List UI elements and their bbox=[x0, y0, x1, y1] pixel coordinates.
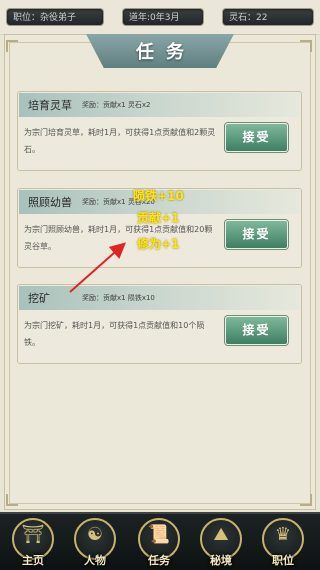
character-icon: ☯ bbox=[86, 524, 104, 545]
nav-home[interactable]: ⛩ 主页 bbox=[8, 514, 58, 568]
pavilion-icon: ⛩ bbox=[21, 524, 45, 545]
nav-tasks[interactable]: 📜 任务 bbox=[134, 514, 184, 568]
rank-icon: ♛ bbox=[274, 524, 292, 545]
annotation-arrow-icon bbox=[69, 242, 126, 293]
nav-label: 任务 bbox=[148, 554, 170, 567]
nav-character[interactable]: ☯ 人物 bbox=[70, 514, 120, 568]
scroll-icon: 📜 bbox=[147, 524, 171, 545]
nav-rank[interactable]: ♛ 职位 bbox=[258, 514, 308, 568]
nav-label: 职位 bbox=[272, 554, 294, 567]
nav-secret-realm[interactable]: ⛰ 秘境 bbox=[196, 514, 246, 568]
nav-label: 秘境 bbox=[210, 554, 232, 567]
nav-label: 主页 bbox=[22, 554, 44, 567]
mountain-icon: ⛰ bbox=[213, 524, 229, 545]
nav-label: 人物 bbox=[84, 554, 106, 567]
